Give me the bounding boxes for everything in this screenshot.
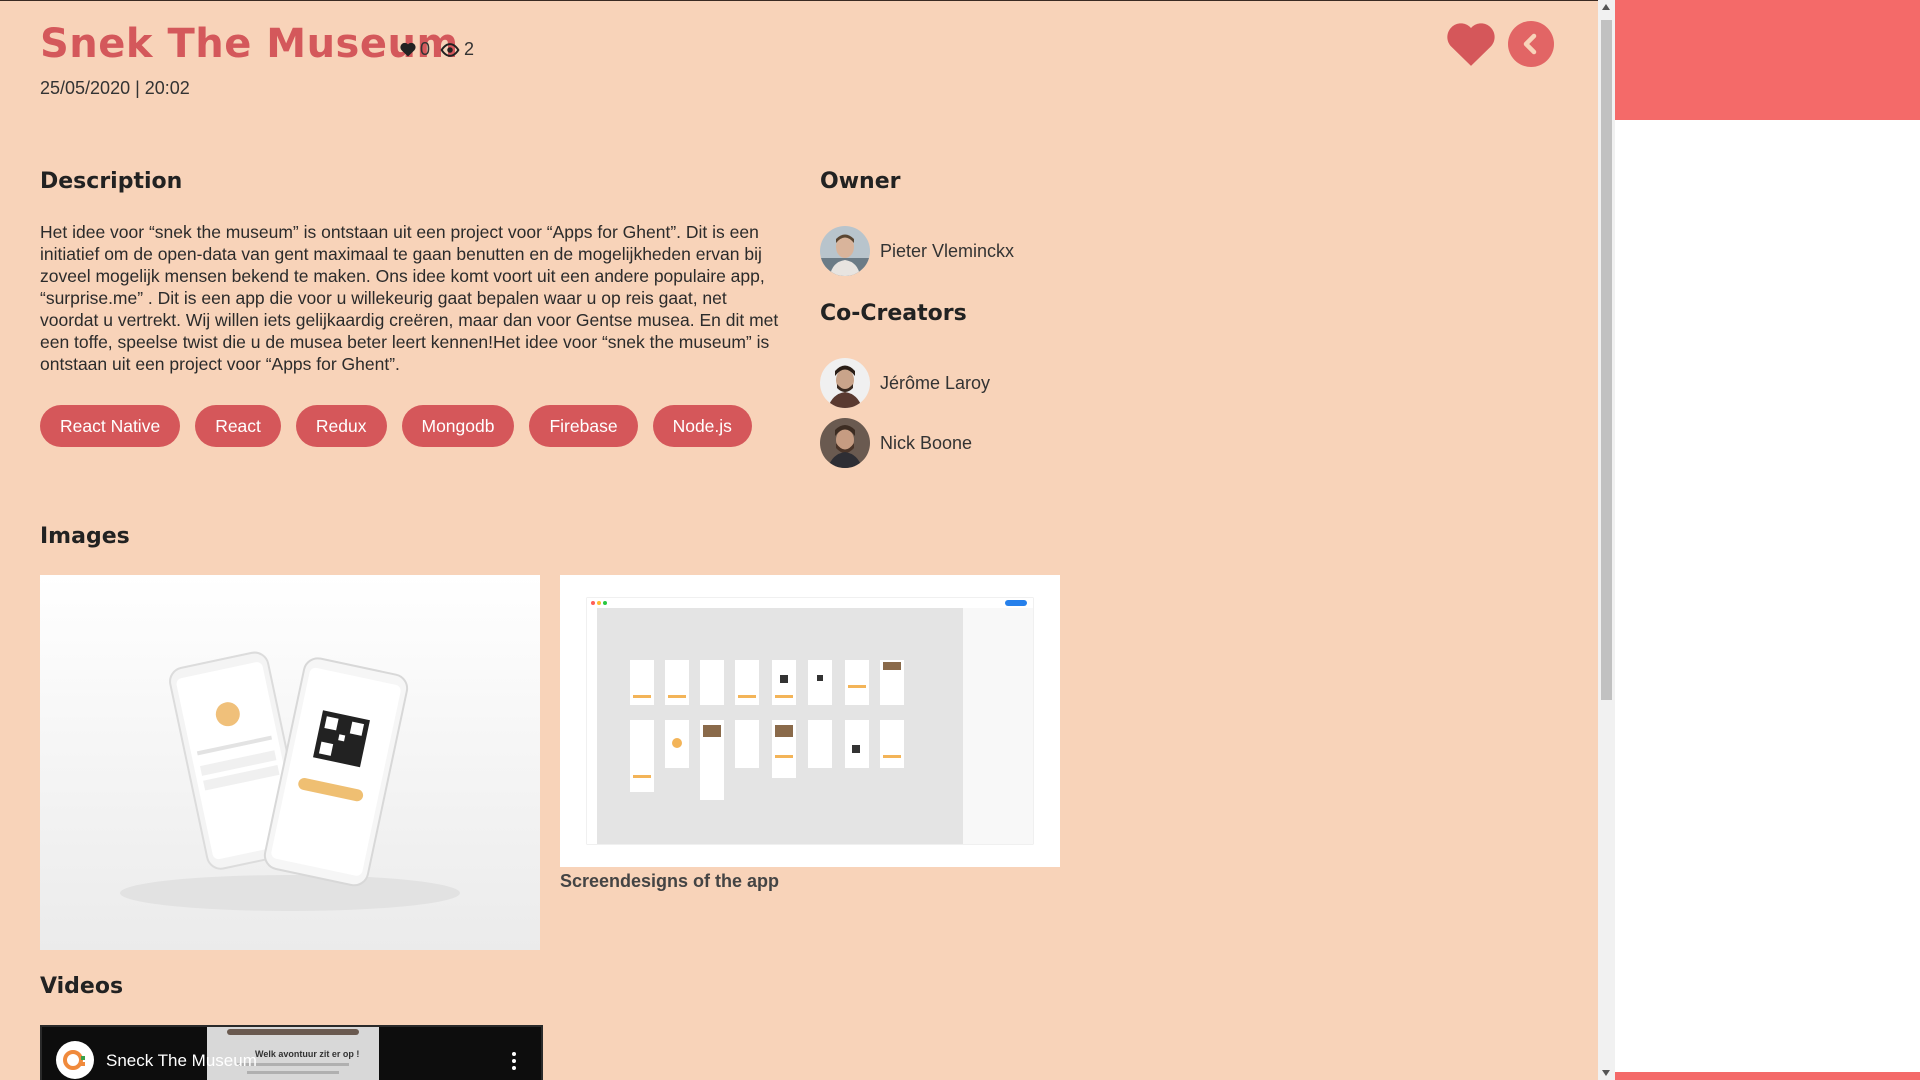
owner-avatar xyxy=(820,226,870,276)
project-page: Snek The Museum 0 2 25/05/2020 | 20:02 D… xyxy=(0,0,1598,1080)
tag-mongodb[interactable]: Mongodb xyxy=(401,405,515,447)
side-panel-header xyxy=(1615,0,1920,120)
co-creator-avatar xyxy=(820,418,870,468)
heart-icon xyxy=(400,42,416,57)
owner-name: Pieter Vleminckx xyxy=(880,240,1015,261)
videos-heading: Videos xyxy=(40,974,124,999)
tag-nodejs[interactable]: Node.js xyxy=(652,405,752,447)
views-count: 2 xyxy=(464,39,475,59)
favorite-heart-icon[interactable] xyxy=(1446,19,1496,69)
scroll-up-arrow-icon[interactable] xyxy=(1602,4,1610,10)
side-panel xyxy=(1615,0,1920,1080)
scroll-down-arrow-icon[interactable] xyxy=(1602,1070,1610,1076)
image-caption: Screendesigns of the app xyxy=(560,871,780,891)
project-title: Snek The Museum xyxy=(40,21,459,67)
tech-tags: React Native React Redux Mongodb Firebas… xyxy=(40,405,752,447)
video-thumbnail-text: Welk avontuur zit er op ! xyxy=(255,1049,360,1059)
co-creator-item[interactable]: Jérôme Laroy xyxy=(820,358,990,408)
description-text: Het idee voor “snek the museum” is ontst… xyxy=(40,222,779,374)
phone-mockup-image[interactable] xyxy=(40,575,540,950)
page-scrollbar[interactable] xyxy=(1598,0,1615,1080)
video-title[interactable]: Sneck The Museum xyxy=(106,1051,257,1071)
channel-logo[interactable] xyxy=(56,1041,94,1079)
project-stats: 0 2 xyxy=(400,39,474,60)
chevron-left-icon xyxy=(1523,33,1537,55)
views-stat: 2 xyxy=(440,39,474,60)
co-creator-item[interactable]: Nick Boone xyxy=(820,418,972,468)
tag-redux[interactable]: Redux xyxy=(295,405,387,447)
description-heading: Description xyxy=(40,169,183,194)
project-date: 25/05/2020 | 20:02 xyxy=(40,78,190,98)
owner-heading: Owner xyxy=(820,169,901,194)
video-embed[interactable]: Welk avontuur zit er op ! Sneck The Muse… xyxy=(40,1025,543,1080)
screendesigns-image[interactable] xyxy=(560,575,1060,867)
owner-person[interactable]: Pieter Vleminckx xyxy=(820,226,1014,276)
images-heading: Images xyxy=(40,524,130,549)
co-creator-name: Jérôme Laroy xyxy=(880,372,991,393)
eye-icon xyxy=(440,42,460,57)
likes-stat: 0 xyxy=(400,39,430,60)
co-creator-avatar xyxy=(820,358,870,408)
tag-firebase[interactable]: Firebase xyxy=(529,405,638,447)
tag-react-native[interactable]: React Native xyxy=(40,405,181,447)
co-creator-name: Nick Boone xyxy=(880,432,973,453)
tag-react[interactable]: React xyxy=(195,405,281,447)
more-vertical-icon[interactable] xyxy=(502,1049,526,1073)
co-creators-heading: Co-Creators xyxy=(820,301,967,326)
likes-count: 0 xyxy=(420,39,431,59)
side-panel-footer xyxy=(1615,1072,1920,1080)
scrollbar-thumb[interactable] xyxy=(1601,20,1612,700)
page-actions xyxy=(1446,19,1554,69)
back-button[interactable] xyxy=(1508,21,1554,67)
